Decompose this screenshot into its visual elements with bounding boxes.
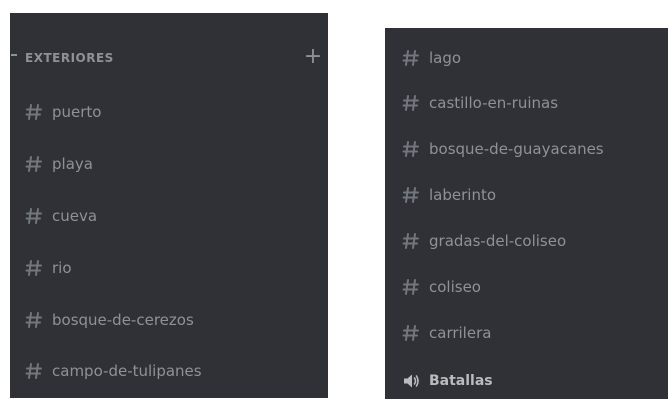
channel-item-laberinto[interactable]: laberinto <box>401 181 496 209</box>
text-channel-hash-icon <box>401 93 421 113</box>
category-header-exteriores[interactable]: EXTERIORES + <box>10 46 328 72</box>
voice-channel-item-batallas[interactable]: Batallas <box>401 367 493 395</box>
channel-item-bosque-de-cerezos[interactable]: bosque-de-cerezos <box>24 306 194 334</box>
voice-channel-name: Batallas <box>429 373 493 389</box>
channel-name: coliseo <box>429 278 481 296</box>
channel-sidebar-right: lago castillo-en-ruinas bosque-de-guayac… <box>385 28 668 399</box>
channel-item-campo-de-tulipanes[interactable]: campo-de-tulipanes <box>24 357 202 385</box>
text-channel-hash-icon <box>24 206 44 226</box>
text-channel-hash-icon <box>401 277 421 297</box>
channel-item-rio[interactable]: rio <box>24 254 72 282</box>
channel-name: cueva <box>52 207 98 225</box>
speaker-icon <box>401 371 421 391</box>
channel-name: gradas-del-coliseo <box>429 232 567 250</box>
channel-item-gradas-del-coliseo[interactable]: gradas-del-coliseo <box>401 227 566 255</box>
channel-name: campo-de-tulipanes <box>52 362 202 380</box>
category-label: EXTERIORES <box>25 51 114 65</box>
collapse-chevron-icon <box>11 54 17 56</box>
text-channel-hash-icon <box>24 258 44 278</box>
channel-item-castillo-en-ruinas[interactable]: castillo-en-ruinas <box>401 89 558 117</box>
text-channel-hash-icon <box>401 139 421 159</box>
text-channel-hash-icon <box>24 102 44 122</box>
channel-name: rio <box>52 259 72 277</box>
channel-item-playa[interactable]: playa <box>24 150 93 178</box>
text-channel-hash-icon <box>401 185 421 205</box>
channel-sidebar-left: EXTERIORES + puerto playa cueva rio bosq… <box>10 13 328 398</box>
text-channel-hash-icon <box>24 310 44 330</box>
channel-name: bosque-de-cerezos <box>52 311 194 329</box>
text-channel-hash-icon <box>401 231 421 251</box>
channel-item-puerto[interactable]: puerto <box>24 98 101 126</box>
channel-item-lago[interactable]: lago <box>401 44 461 72</box>
text-channel-hash-icon <box>401 323 421 343</box>
channel-name: puerto <box>52 103 102 121</box>
channel-item-cueva[interactable]: cueva <box>24 202 97 230</box>
channel-name: laberinto <box>429 186 497 204</box>
channel-name: playa <box>52 155 93 173</box>
text-channel-hash-icon <box>24 154 44 174</box>
channel-name: castillo-en-ruinas <box>429 94 559 112</box>
channel-item-coliseo[interactable]: coliseo <box>401 273 481 301</box>
text-channel-hash-icon <box>401 48 421 68</box>
channel-item-bosque-de-guayacanes[interactable]: bosque-de-guayacanes <box>401 135 604 163</box>
channel-item-carrilera[interactable]: carrilera <box>401 319 491 347</box>
channel-name: bosque-de-guayacanes <box>429 140 604 158</box>
channel-name: carrilera <box>429 324 492 342</box>
text-channel-hash-icon <box>24 361 44 381</box>
channel-name: lago <box>429 49 462 67</box>
add-channel-button[interactable]: + <box>303 46 323 68</box>
